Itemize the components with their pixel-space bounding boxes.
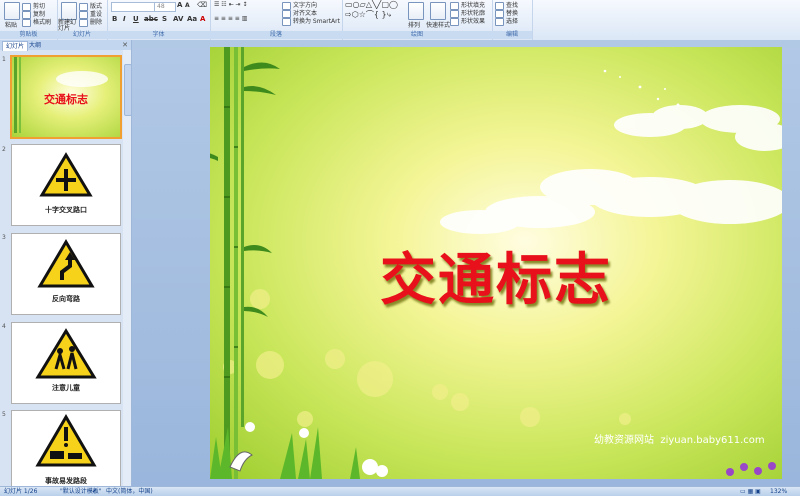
font-name-combo[interactable] bbox=[111, 2, 155, 12]
effects-icon bbox=[450, 17, 459, 26]
shape-effects-button[interactable]: 形状效果 bbox=[450, 16, 485, 26]
slide-number: 4 bbox=[2, 323, 6, 330]
tab-outline[interactable]: 大纲 bbox=[26, 41, 44, 50]
group-editing: 查找 替换 选择 编辑 bbox=[492, 0, 533, 40]
tab-slides[interactable]: 幻灯片 bbox=[2, 41, 29, 51]
font-color-icon[interactable]: A bbox=[200, 15, 205, 23]
group-clipboard: 粘贴 剪切 复制 格式刷 剪贴板 bbox=[0, 0, 58, 40]
italic-icon[interactable]: I bbox=[123, 15, 126, 23]
shrink-font-icon[interactable]: A bbox=[185, 2, 190, 9]
thumb-caption: 事故易发路段 bbox=[45, 477, 87, 485]
grow-font-icon[interactable]: A bbox=[177, 1, 182, 9]
clear-format-icon[interactable]: ⌫ bbox=[197, 1, 207, 9]
strikethrough-icon[interactable]: abc bbox=[144, 15, 158, 23]
children-sign-icon bbox=[35, 328, 97, 379]
group-paragraph: ☰ ☷ ⇤ ⇥ ↕ ≡ ≡ ≡ ≡ ▥ 文字方向 对齐文本 转换为 SmartA… bbox=[210, 0, 343, 40]
delete-button[interactable]: 删除 bbox=[79, 17, 102, 27]
arrange-icon[interactable] bbox=[408, 2, 424, 20]
select-icon bbox=[495, 17, 504, 26]
spacing-icon[interactable]: AV bbox=[173, 15, 183, 23]
slide-number: 5 bbox=[2, 411, 6, 418]
bullets-icon[interactable]: ☰ ☷ ⇤ ⇥ ↕ bbox=[214, 1, 247, 8]
shapes-gallery-row2[interactable]: ⇨⬡☆⌒{ }⤷ bbox=[345, 9, 391, 20]
group-font: 48 A A ⌫ B I U abc S AV Aa A 字体 bbox=[107, 0, 211, 40]
paste-button[interactable]: 粘贴 bbox=[5, 20, 17, 29]
font-size-combo[interactable]: 48 bbox=[154, 2, 176, 12]
slide-thumbnail-4[interactable]: 注意儿童 bbox=[11, 322, 121, 404]
new-slide-icon[interactable] bbox=[61, 2, 77, 20]
scrollbar-thumb[interactable] bbox=[124, 64, 132, 116]
quick-styles-button[interactable]: 快速样式 bbox=[426, 20, 450, 29]
group-label: 段落 bbox=[210, 31, 342, 39]
arrange-button[interactable]: 排列 bbox=[408, 20, 420, 29]
panel-tabs: 幻灯片 大纲 ✕ bbox=[0, 40, 131, 51]
panel-scrollbar[interactable] bbox=[123, 50, 132, 486]
group-label: 幻灯片 bbox=[57, 31, 107, 39]
slide-thumbnail-2[interactable]: 十字交叉路口 bbox=[11, 144, 121, 226]
thumb-title: 交通标志 bbox=[44, 93, 88, 106]
delete-icon bbox=[79, 18, 88, 27]
smartart-icon bbox=[282, 17, 291, 26]
quick-styles-icon[interactable] bbox=[430, 2, 446, 20]
smartart-button[interactable]: 转换为 SmartArt bbox=[282, 16, 340, 26]
format-painter-button[interactable]: 格式刷 bbox=[22, 17, 51, 27]
underline-icon[interactable]: U bbox=[133, 15, 139, 23]
select-button[interactable]: 选择 bbox=[495, 16, 518, 26]
thumb-caption: 十字交叉路口 bbox=[45, 206, 87, 214]
group-label: 字体 bbox=[107, 31, 210, 39]
reverse-curve-sign-icon bbox=[37, 239, 95, 288]
thumb-caption: 注意儿童 bbox=[52, 384, 80, 392]
group-drawing: ▭○▱△╲╱▢◯ ⇨⬡☆⌒{ }⤷ 排列 快速样式 形状填充 形状轮廓 形状效果… bbox=[342, 0, 493, 40]
slide-watermark: 幼教资源网站 ziyuan.baby611.com bbox=[594, 435, 765, 446]
slide-number: 1 bbox=[2, 56, 6, 63]
group-slides: 新建幻灯片 版式 重设 删除 幻灯片 bbox=[57, 0, 108, 40]
close-icon[interactable]: ✕ bbox=[122, 41, 128, 49]
group-label: 编辑 bbox=[492, 31, 532, 39]
slide-title[interactable]: 交通标志 bbox=[210, 235, 782, 316]
slide-thumbnail-3[interactable]: 反向弯路 bbox=[11, 233, 121, 315]
change-case-icon[interactable]: Aa bbox=[187, 15, 197, 23]
accident-zone-sign-icon bbox=[35, 414, 97, 467]
shadow-icon[interactable]: S bbox=[162, 15, 167, 23]
slides-panel: 幻灯片 大纲 ✕ 1 交通标志 2 十字交叉路口 3 反向弯路 4 注意儿童 5… bbox=[0, 40, 132, 488]
group-label: 绘图 bbox=[342, 31, 492, 39]
paste-icon[interactable] bbox=[4, 2, 20, 20]
bold-icon[interactable]: B bbox=[112, 15, 117, 23]
slide-number: 3 bbox=[2, 234, 6, 241]
crossroad-sign-icon bbox=[39, 152, 93, 197]
align-icons[interactable]: ≡ ≡ ≡ ≡ ▥ bbox=[214, 15, 247, 22]
slide-number: 2 bbox=[2, 146, 6, 153]
brush-icon bbox=[22, 18, 31, 27]
shapes-gallery[interactable]: ▭○▱△╲╱▢◯ bbox=[345, 0, 398, 9]
slide-thumbnail-5[interactable]: 事故易发路段 bbox=[11, 410, 121, 488]
thumb-caption: 反向弯路 bbox=[52, 295, 80, 303]
group-label: 剪贴板 bbox=[0, 31, 57, 39]
ribbon: 粘贴 剪切 复制 格式刷 剪贴板 新建幻灯片 版式 重设 删除 幻灯片 48 A… bbox=[0, 0, 800, 41]
main-slide[interactable]: 交通标志 幼教资源网站 ziyuan.baby611.com bbox=[210, 47, 782, 479]
slide-thumbnail-1[interactable]: 交通标志 bbox=[10, 55, 122, 139]
